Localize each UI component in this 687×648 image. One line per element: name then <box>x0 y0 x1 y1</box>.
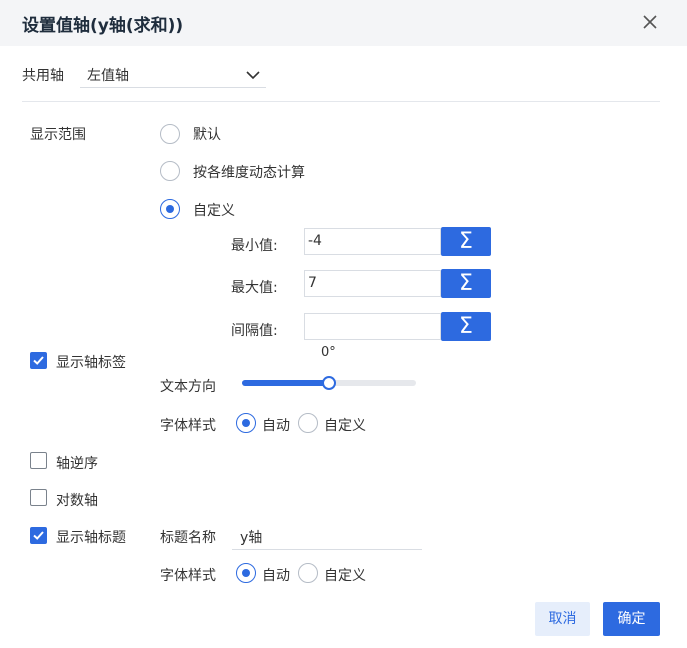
interval-value-label: 间隔值: <box>231 323 278 339</box>
show-axis-title-checkbox[interactable] <box>30 527 47 544</box>
show-axis-title-label: 显示轴标题 <box>56 530 126 546</box>
range-custom-label: 自定义 <box>193 203 235 219</box>
show-axis-labels-checkbox[interactable] <box>30 352 47 369</box>
min-value-input[interactable]: -4 <box>304 228 441 255</box>
label-font-custom-label: 自定义 <box>324 418 366 434</box>
title-name-label: 标题名称 <box>160 530 216 546</box>
check-icon <box>33 531 44 540</box>
max-value-label: 最大值: <box>231 280 278 296</box>
title-font-custom-radio[interactable] <box>298 563 318 583</box>
log-axis-label: 对数轴 <box>56 493 98 509</box>
title-font-style-label: 字体样式 <box>160 568 216 584</box>
check-icon <box>33 356 44 365</box>
text-direction-label: 文本方向 <box>160 379 216 395</box>
min-formula-button[interactable]: Σ <box>441 227 491 256</box>
chevron-down-icon <box>246 68 260 84</box>
angle-readout: 0° <box>321 345 336 360</box>
title-name-input[interactable]: y轴 <box>232 522 422 550</box>
sigma-icon: Σ <box>459 229 473 254</box>
sigma-icon: Σ <box>459 271 473 296</box>
cancel-button[interactable]: 取消 <box>535 602 590 636</box>
label-font-custom-radio[interactable] <box>298 413 318 433</box>
range-dynamic-radio[interactable] <box>160 161 180 181</box>
max-formula-button[interactable]: Σ <box>441 269 491 298</box>
title-name-value: y轴 <box>240 530 263 546</box>
label-font-style-label: 字体样式 <box>160 418 216 434</box>
axis-reverse-label: 轴逆序 <box>56 456 98 472</box>
show-axis-labels-label: 显示轴标签 <box>56 355 126 371</box>
label-font-auto-label: 自动 <box>262 418 290 434</box>
interval-formula-button[interactable]: Σ <box>441 312 491 341</box>
range-default-label: 默认 <box>193 127 221 143</box>
text-direction-slider-handle[interactable] <box>322 376 336 390</box>
confirm-button[interactable]: 确定 <box>603 602 660 636</box>
divider <box>22 101 660 102</box>
dialog-title: 设置值轴(y轴(求和)) <box>22 16 184 36</box>
sigma-icon: Σ <box>459 314 473 339</box>
title-font-custom-label: 自定义 <box>324 568 366 584</box>
min-value-label: 最小值: <box>231 238 278 254</box>
range-custom-radio[interactable] <box>160 199 180 219</box>
interval-value-input[interactable] <box>304 313 441 340</box>
shared-axis-select[interactable]: 左值轴 <box>80 60 266 88</box>
range-default-radio[interactable] <box>160 124 180 144</box>
close-icon[interactable] <box>640 12 660 32</box>
max-value-input[interactable]: 7 <box>304 270 441 297</box>
title-font-auto-radio[interactable] <box>236 563 256 583</box>
axis-reverse-checkbox[interactable] <box>30 452 47 469</box>
shared-axis-value: 左值轴 <box>87 68 129 84</box>
display-range-label: 显示范围 <box>30 127 86 143</box>
title-font-auto-label: 自动 <box>262 568 290 584</box>
text-direction-slider-fill <box>242 380 329 386</box>
label-font-auto-radio[interactable] <box>236 413 256 433</box>
log-axis-checkbox[interactable] <box>30 489 47 506</box>
range-dynamic-label: 按各维度动态计算 <box>193 165 305 181</box>
shared-axis-label: 共用轴 <box>22 68 64 84</box>
